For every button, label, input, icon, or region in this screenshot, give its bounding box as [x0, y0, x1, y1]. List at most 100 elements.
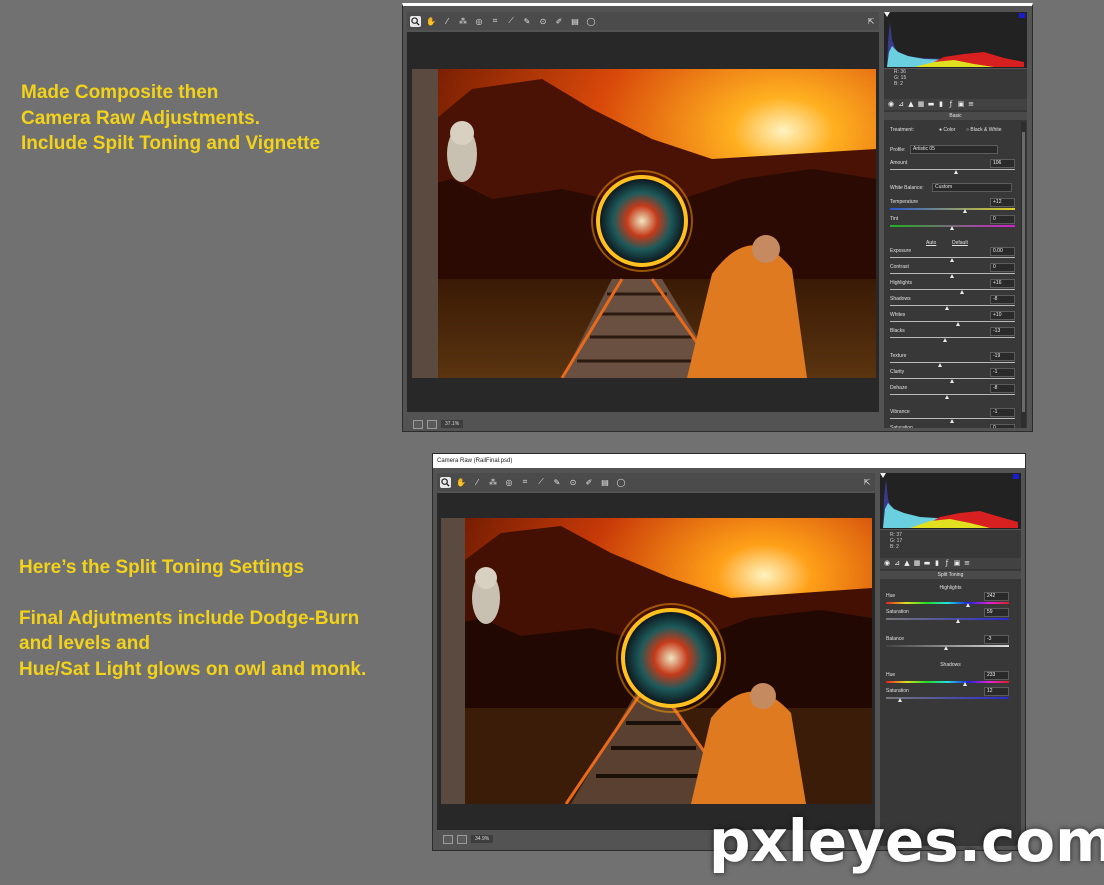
zoom-icon[interactable]: [439, 476, 451, 488]
open-prefs-icon[interactable]: ⇱: [862, 477, 873, 488]
hand-icon[interactable]: ✋: [426, 16, 437, 27]
presets-tab-icon[interactable]: ≡: [964, 560, 971, 567]
slider-row[interactable]: Clarity -1: [890, 368, 1015, 384]
straighten-icon[interactable]: ⟋: [536, 477, 547, 488]
slider-value[interactable]: 12: [984, 687, 1009, 696]
slider-thumb[interactable]: [945, 395, 949, 399]
slider-row[interactable]: Contrast 0: [890, 263, 1015, 279]
target-adjust-icon[interactable]: ◎: [474, 16, 485, 27]
zoom-icon[interactable]: [409, 15, 421, 27]
slider-value[interactable]: -19: [990, 352, 1015, 361]
zoom-out-button[interactable]: [413, 419, 423, 429]
tone-curve-tab-icon[interactable]: ⊿: [898, 101, 905, 108]
slider-row[interactable]: Exposure 0.00: [890, 247, 1015, 263]
treatment-color-option[interactable]: ● Color: [939, 127, 955, 133]
slider-thumb[interactable]: [960, 290, 964, 294]
zoom-in-button[interactable]: [457, 834, 467, 844]
lens-tab-icon[interactable]: ▮: [938, 101, 945, 108]
basic-tab-icon[interactable]: ◉: [888, 101, 895, 108]
spot-removal-icon[interactable]: ✎: [552, 477, 563, 488]
zoom-level[interactable]: 37.1%: [441, 420, 464, 428]
slider-thumb[interactable]: [950, 226, 954, 230]
target-adjust-icon[interactable]: ◎: [504, 477, 515, 488]
slider-thumb[interactable]: [962, 209, 967, 213]
profile-select[interactable]: Artistic 05: [910, 145, 998, 154]
panel-scrollbar[interactable]: [1021, 122, 1026, 428]
red-eye-icon[interactable]: ⊙: [538, 16, 549, 27]
slider-value[interactable]: 242: [984, 592, 1009, 601]
slider-value[interactable]: -13: [990, 327, 1015, 336]
lens-tab-icon[interactable]: ▮: [934, 560, 941, 567]
radial-filter-icon[interactable]: ◯: [616, 477, 627, 488]
zoom-in-button[interactable]: [427, 419, 437, 429]
crop-icon[interactable]: ⌗: [490, 16, 501, 27]
color-sampler-icon[interactable]: ⁂: [488, 477, 499, 488]
slider-thumb[interactable]: [943, 646, 948, 650]
slider-row[interactable]: Whites +10: [890, 311, 1015, 327]
slider-value[interactable]: -8: [990, 295, 1015, 304]
slider-thumb[interactable]: [942, 338, 947, 342]
slider-row[interactable]: Temperature +12: [890, 198, 1015, 214]
default-link[interactable]: Default: [952, 240, 968, 246]
straighten-icon[interactable]: ⟋: [506, 16, 517, 27]
hsl-tab-icon[interactable]: ▦: [918, 101, 925, 108]
slider-thumb[interactable]: [956, 322, 961, 326]
red-eye-icon[interactable]: ⊙: [568, 477, 579, 488]
detail-tab-icon[interactable]: ▲: [904, 560, 911, 567]
slider-thumb[interactable]: [898, 698, 903, 702]
effects-tab-icon[interactable]: ƒ: [948, 101, 955, 108]
slider-row[interactable]: Saturation 12: [886, 687, 1009, 703]
slider-thumb[interactable]: [950, 258, 954, 262]
slider-value[interactable]: -3: [984, 635, 1009, 644]
slider-value[interactable]: -1: [990, 368, 1015, 377]
slider-row[interactable]: Hue 242: [886, 592, 1009, 608]
graduated-filter-icon[interactable]: ▤: [570, 16, 581, 27]
slider-row[interactable]: Dehaze -8: [890, 384, 1015, 400]
adjustment-brush-icon[interactable]: ✐: [554, 16, 565, 27]
zoom-out-button[interactable]: [443, 834, 453, 844]
slider-thumb[interactable]: [950, 379, 954, 383]
presets-tab-icon[interactable]: ≡: [968, 101, 975, 108]
effects-tab-icon[interactable]: ƒ: [944, 560, 951, 567]
slider-value[interactable]: +16: [990, 279, 1015, 288]
split-toning-tab-icon[interactable]: ▬: [928, 101, 935, 108]
slider-value[interactable]: -8: [990, 384, 1015, 393]
hsl-tab-icon[interactable]: ▦: [914, 560, 921, 567]
graduated-filter-icon[interactable]: ▤: [600, 477, 611, 488]
slider-row[interactable]: Saturation 59: [886, 608, 1009, 624]
detail-tab-icon[interactable]: ▲: [908, 101, 915, 108]
slider-value[interactable]: +12: [990, 198, 1015, 207]
slider-row[interactable]: Shadows -8: [890, 295, 1015, 311]
slider-thumb[interactable]: [963, 682, 968, 686]
split-toning-tab-icon[interactable]: ▬: [924, 560, 931, 567]
slider-value[interactable]: 0: [990, 215, 1015, 224]
slider-value[interactable]: 0: [990, 424, 1015, 428]
slider-value[interactable]: 59: [984, 608, 1009, 617]
slider-row[interactable]: Balance -3: [886, 635, 1009, 651]
crop-icon[interactable]: ⌗: [520, 477, 531, 488]
slider-value[interactable]: +10: [990, 311, 1015, 320]
slider-row[interactable]: Tint 0: [890, 215, 1015, 231]
tone-curve-tab-icon[interactable]: ⊿: [894, 560, 901, 567]
open-prefs-icon[interactable]: ⇱: [866, 16, 877, 27]
zoom-level[interactable]: 34.9%: [471, 835, 494, 843]
amount-row[interactable]: Amount 106: [890, 159, 1015, 175]
slider-row[interactable]: Highlights +16: [890, 279, 1015, 295]
spot-removal-icon[interactable]: ✎: [522, 16, 533, 27]
slider-row[interactable]: Saturation 0: [890, 424, 1015, 428]
slider-thumb[interactable]: [937, 363, 942, 367]
slider-thumb[interactable]: [953, 170, 958, 174]
basic-tab-icon[interactable]: ◉: [884, 560, 891, 567]
white-balance-icon[interactable]: ⁄: [472, 477, 483, 488]
treatment-bw-option[interactable]: ○ Black & White: [966, 127, 1002, 133]
radial-filter-icon[interactable]: ◯: [586, 16, 597, 27]
slider-thumb[interactable]: [956, 619, 961, 623]
hand-icon[interactable]: ✋: [456, 477, 467, 488]
white-balance-select[interactable]: Custom: [932, 183, 1012, 192]
white-balance-icon[interactable]: ⁄: [442, 16, 453, 27]
slider-value[interactable]: 0.00: [990, 247, 1015, 256]
slider-value[interactable]: 0: [990, 263, 1015, 272]
amount-value[interactable]: 106: [990, 159, 1015, 168]
slider-thumb[interactable]: [950, 274, 954, 278]
scroll-thumb[interactable]: [1022, 132, 1025, 412]
